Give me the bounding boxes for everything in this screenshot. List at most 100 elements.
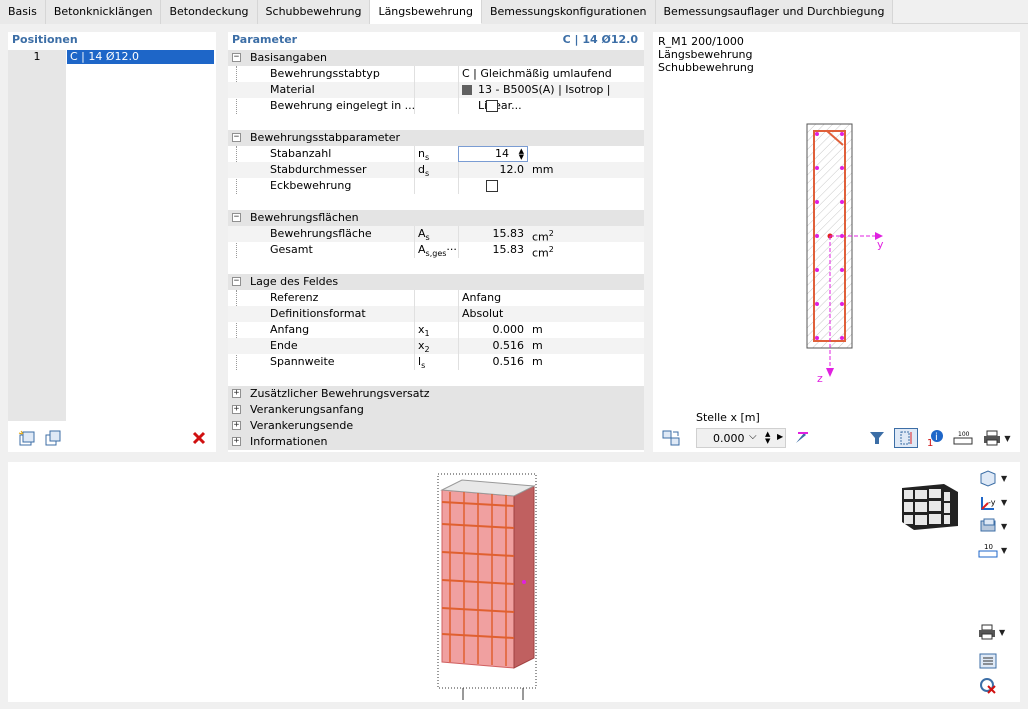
- stelle-label: Stelle x [m]: [696, 411, 760, 424]
- view-direction-button[interactable]: -y ▼: [978, 492, 1014, 512]
- dropdown-arrow-icon[interactable]: ▼: [999, 628, 1005, 637]
- section-verankerungsanfang[interactable]: + Verankerungsanfang: [228, 402, 644, 418]
- pointer-icon: [796, 432, 808, 443]
- section-verankerungsende[interactable]: + Verankerungsende: [228, 418, 644, 434]
- axis-z-label: z: [817, 372, 823, 385]
- dimension-icon: [900, 431, 912, 445]
- delete-position-button[interactable]: [188, 428, 210, 448]
- collapse-icon[interactable]: −: [232, 213, 241, 222]
- new-item-icon: [18, 430, 35, 446]
- row-definitionsformat[interactable]: Definitionsformat Absolut: [228, 306, 644, 322]
- tab-bar: Basis Betonknicklängen Betondeckung Schu…: [0, 0, 1028, 24]
- layers-icon: [980, 518, 996, 532]
- section-options-button[interactable]: [659, 428, 683, 448]
- scale-button[interactable]: 100: [951, 428, 975, 448]
- tab-bemessungskonfigurationen[interactable]: Bemessungskonfigurationen: [481, 0, 656, 24]
- scale-ruler-icon: 100: [953, 431, 973, 445]
- pointer-tool-button[interactable]: [789, 428, 813, 448]
- row-material[interactable]: Material 13 - B500S(A) | Isotrop | Linea…: [228, 82, 644, 112]
- scale-3d-button[interactable]: 10 ▼: [978, 540, 1014, 560]
- chevron-down-icon[interactable]: ⌵: [749, 431, 757, 442]
- 3d-view-panel: ▼ -y ▼ ▼ 10 ▼ ▼: [8, 462, 1020, 702]
- filter-button[interactable]: [865, 428, 889, 448]
- row-bewehrung-eingelegt[interactable]: Bewehrung eingelegt in ...: [228, 98, 644, 114]
- tab-laengsbewehrung[interactable]: Längsbewehrung: [370, 0, 482, 24]
- step-next-icon[interactable]: ▶: [777, 432, 783, 441]
- info-icon: i1: [927, 430, 943, 447]
- stabanzahl-spinbox[interactable]: 14 ▲ ▼: [458, 146, 528, 162]
- tab-bemessungsauflager[interactable]: Bemessungsauflager und Durchbiegung: [655, 0, 894, 24]
- position-name: C | 14 Ø12.0: [67, 50, 214, 64]
- reset-view-button[interactable]: [978, 676, 1000, 696]
- row-stabanzahl[interactable]: Stabanzahl ns 14 ▲ ▼: [228, 146, 644, 162]
- dropdown-arrow-icon[interactable]: ▼: [1001, 498, 1007, 507]
- filter-icon: [870, 432, 884, 444]
- dropdown-arrow-icon[interactable]: ▼: [1001, 474, 1007, 483]
- section-view-panel: R_M1 200/1000 Längsbewehrung Schubbewehr…: [653, 32, 1020, 452]
- spin-up-down-icon[interactable]: ▲ ▼: [519, 148, 524, 161]
- section-basisangaben[interactable]: − Basisangaben: [228, 50, 644, 66]
- view-mode-button[interactable]: ▼: [978, 468, 1014, 488]
- dropdown-arrow-icon[interactable]: ▼: [1004, 434, 1010, 443]
- info-button[interactable]: i1: [923, 428, 947, 448]
- dimension-button[interactable]: [894, 428, 918, 448]
- tab-betondeckung[interactable]: Betondeckung: [161, 0, 258, 24]
- dropdown-arrow-icon[interactable]: ▼: [1001, 522, 1007, 531]
- copy-position-button[interactable]: [42, 428, 64, 448]
- row-referenz[interactable]: Referenz Anfang: [228, 290, 644, 306]
- dropdown-arrow-icon[interactable]: ▼: [1001, 546, 1007, 555]
- section-bewehrungsflaechen[interactable]: − Bewehrungsflächen: [228, 210, 644, 226]
- column-side-face: [513, 485, 535, 669]
- symbol-as-ges: As,ges···: [418, 243, 457, 259]
- row-stabdurchmesser[interactable]: Stabdurchmesser ds 12.0 mm: [228, 162, 644, 178]
- parameter-title-right: C | 14 Ø12.0: [562, 33, 638, 46]
- row-bewehrungsstabtyp[interactable]: Bewehrungsstabtyp C | Gleichmäßig umlauf…: [228, 66, 644, 82]
- svg-text:1: 1: [927, 438, 933, 447]
- cross-section-drawing: y z: [806, 123, 884, 385]
- row-gesamt[interactable]: Gesamt As,ges··· 15.83 cm2: [228, 242, 644, 260]
- row-ende[interactable]: Ende x2 0.516 m: [228, 338, 644, 354]
- unit-cm2: cm2: [532, 245, 554, 260]
- settings-list-button[interactable]: [978, 652, 1000, 672]
- section-informationen[interactable]: + Informationen: [228, 434, 644, 450]
- parameter-title-label: Parameter: [232, 33, 298, 46]
- symbol-ls: ls: [418, 355, 426, 371]
- eckbewehrung-checkbox[interactable]: [486, 180, 498, 192]
- tab-basis[interactable]: Basis: [0, 0, 46, 24]
- expand-icon[interactable]: +: [232, 421, 241, 430]
- reset-icon: [980, 678, 996, 694]
- navigation-cube[interactable]: [898, 480, 962, 532]
- 3d-reinforcement-drawing: [437, 473, 537, 700]
- display-mode-button[interactable]: ▼: [978, 516, 1014, 536]
- row-bewehrungsflaeche[interactable]: Bewehrungsfläche As 15.83 cm2: [228, 226, 644, 244]
- positions-row[interactable]: 1 C | 14 Ø12.0: [8, 50, 214, 64]
- row-eckbewehrung[interactable]: Eckbewehrung: [228, 178, 644, 194]
- parameter-panel: Parameter C | 14 Ø12.0 − Basisangaben Be…: [228, 32, 644, 452]
- section-zusaetzlicher-versatz[interactable]: + Zusätzlicher Bewehrungsversatz: [228, 386, 644, 402]
- print-3d-button[interactable]: ▼: [978, 622, 1014, 642]
- tab-betonknicklaengen[interactable]: Betonknicklängen: [45, 0, 162, 24]
- tab-schubbewehrung[interactable]: Schubbewehrung: [257, 0, 371, 24]
- print-menu-button[interactable]: ▼: [979, 428, 1015, 448]
- material-color-swatch: [462, 85, 472, 95]
- svg-text:i: i: [935, 432, 938, 443]
- section-bewehrungsstabparameter[interactable]: − Bewehrungsstabparameter: [228, 130, 644, 146]
- expand-icon[interactable]: +: [232, 437, 241, 446]
- row-anfang[interactable]: Anfang x1 0.000 m: [228, 322, 644, 338]
- eingelegt-checkbox[interactable]: [486, 100, 498, 112]
- scale-3d-label: 10: [984, 543, 993, 551]
- section-lage-des-feldes[interactable]: − Lage des Feldes: [228, 274, 644, 290]
- stelle-combobox[interactable]: 0.000 ⌵ ▲ ▼ ▶: [696, 428, 786, 448]
- collapse-icon[interactable]: −: [232, 133, 241, 142]
- row-spannweite[interactable]: Spannweite ls 0.516 m: [228, 354, 644, 370]
- spin-up-down-icon[interactable]: ▲ ▼: [765, 431, 770, 445]
- expand-icon[interactable]: +: [232, 405, 241, 414]
- position-number: 1: [8, 50, 66, 64]
- positions-number-column: [8, 64, 66, 421]
- collapse-icon[interactable]: −: [232, 277, 241, 286]
- printer-icon: [979, 624, 995, 640]
- collapse-icon[interactable]: −: [232, 53, 241, 62]
- new-position-button[interactable]: [16, 428, 38, 448]
- expand-icon[interactable]: +: [232, 389, 241, 398]
- svg-text:-y: -y: [988, 498, 996, 507]
